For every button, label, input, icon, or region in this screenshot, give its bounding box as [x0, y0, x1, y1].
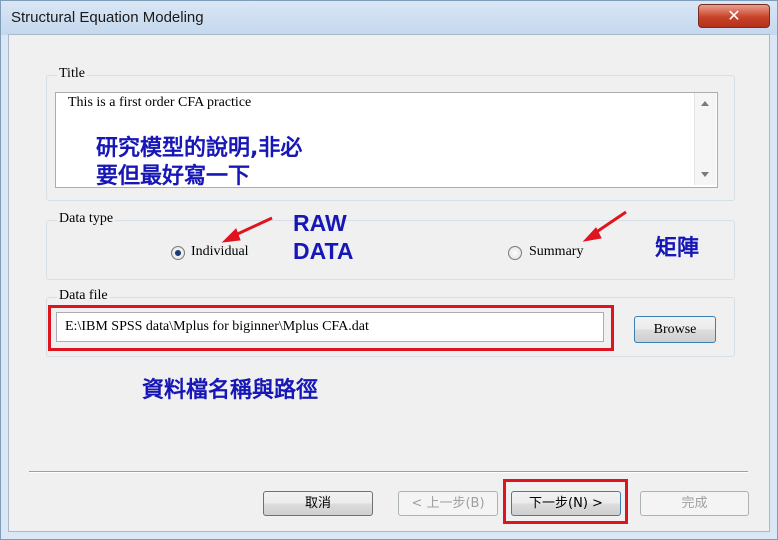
back-button[interactable]: < 上一步(B) — [398, 491, 498, 516]
browse-button[interactable]: Browse — [634, 316, 716, 343]
data-file-note: 資料檔名稱與路徑 — [142, 378, 319, 403]
window-title: Structural Equation Modeling — [11, 9, 204, 26]
scroll-down-icon[interactable] — [701, 172, 709, 177]
footer-separator — [29, 471, 748, 473]
summary-radio[interactable] — [508, 246, 522, 260]
individual-radio[interactable] — [171, 246, 185, 260]
cancel-button[interactable]: 取消 — [263, 491, 373, 516]
data-type-group — [46, 220, 735, 280]
title-bar[interactable]: Structural Equation Modeling ✕ — [1, 1, 777, 35]
raw-data-note-line2: DATA — [293, 238, 354, 264]
data-file-highlight-box — [48, 305, 614, 351]
close-icon: ✕ — [727, 6, 741, 25]
summary-radio-label[interactable]: Summary — [529, 244, 583, 260]
finish-button[interactable]: 完成 — [640, 491, 749, 516]
close-button[interactable]: ✕ — [698, 4, 770, 28]
data-file-label: Data file — [57, 288, 110, 304]
data-type-label: Data type — [57, 211, 116, 227]
title-scrollbar[interactable] — [694, 93, 716, 185]
matrix-note: 矩陣 — [655, 236, 700, 261]
title-text: This is a first order CFA practice — [68, 95, 252, 110]
raw-data-note-line1: RAW — [293, 210, 347, 236]
scroll-up-icon[interactable] — [701, 101, 709, 106]
individual-radio-label[interactable]: Individual — [191, 244, 249, 260]
title-note-line2: 要但最好寫一下 — [96, 164, 251, 189]
next-button-highlight-box — [503, 479, 628, 524]
radio-selected-dot — [175, 250, 181, 256]
title-group-label: Title — [57, 66, 87, 82]
